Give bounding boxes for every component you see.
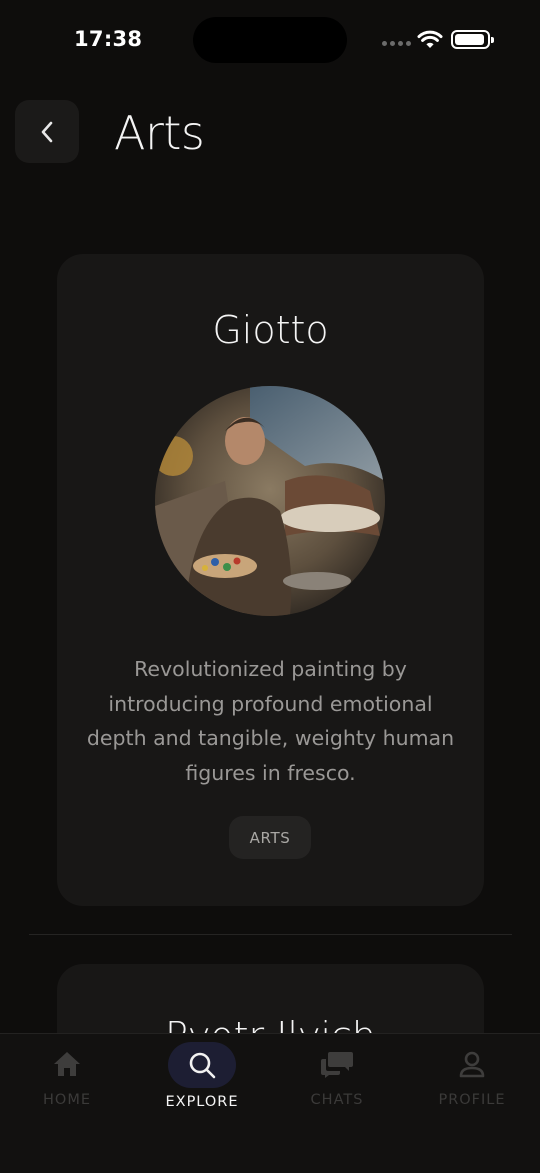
portrait-image [155, 386, 385, 616]
card-title: Giotto [212, 308, 329, 352]
tab-profile[interactable]: PROFILE [407, 1034, 537, 1134]
tab-bar: HOME EXPLORE CHATS PROFILE [0, 1033, 540, 1173]
tab-label: EXPLORE [165, 1094, 239, 1110]
tab-home[interactable]: HOME [2, 1034, 132, 1134]
tab-label: CHATS [310, 1092, 364, 1108]
chat-icon [320, 1050, 354, 1078]
status-bar: 17:38 [0, 0, 540, 80]
search-icon [168, 1042, 236, 1088]
home-icon [52, 1050, 82, 1078]
chevron-left-icon [41, 121, 53, 142]
tab-chats[interactable]: CHATS [272, 1034, 402, 1134]
cellular-signal-icon [382, 41, 411, 46]
divider [29, 934, 512, 935]
arts-screen: 17:38 Arts Giotto Revolutionized paintin… [0, 0, 540, 1173]
back-button[interactable] [15, 100, 79, 163]
status-time: 17:38 [74, 27, 143, 51]
tab-label: HOME [43, 1092, 91, 1108]
card-description: Revolutionized painting by introducing p… [86, 657, 455, 785]
profile-icon [459, 1050, 485, 1078]
page-title: Arts [114, 106, 205, 160]
dynamic-island [193, 17, 347, 63]
wifi-icon [417, 30, 443, 48]
person-card[interactable]: Giotto Revolutionized painting by introd… [57, 254, 484, 906]
tab-explore[interactable]: EXPLORE [137, 1034, 267, 1134]
tab-label: PROFILE [438, 1092, 506, 1108]
battery-icon [451, 30, 494, 49]
category-tag[interactable]: ARTS [229, 816, 311, 859]
